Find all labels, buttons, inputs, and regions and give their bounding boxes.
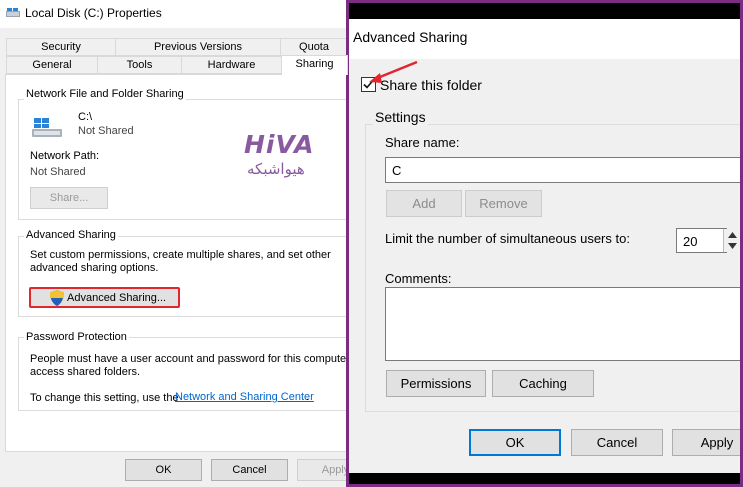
properties-window: Local Disk (C:) Properties Security Prev… — [0, 0, 348, 487]
uac-shield-icon — [50, 290, 64, 306]
drive-name: C:\ — [78, 111, 93, 123]
tab-general[interactable]: General — [6, 56, 98, 74]
permissions-button[interactable]: Permissions — [386, 370, 486, 397]
dialog-top-edge — [349, 3, 740, 19]
comments-textarea[interactable] — [385, 287, 740, 361]
tab-tools[interactable]: Tools — [97, 56, 182, 74]
network-drive-icon — [32, 118, 62, 137]
drive-status: Not Shared — [78, 125, 134, 137]
tab-previous-versions[interactable]: Previous Versions — [115, 38, 281, 56]
group-title-network-sharing: Network File and Folder Sharing — [24, 88, 186, 100]
remove-button[interactable]: Remove — [465, 190, 542, 217]
password-protection-text-1: People must have a user account and pass… — [30, 353, 348, 365]
share-button[interactable]: Share... — [30, 187, 108, 209]
advanced-sharing-button-label: Advanced Sharing... — [67, 292, 167, 304]
users-limit-input[interactable]: 20 — [676, 228, 727, 253]
hiva-logo: HiVA هیواشبکه — [244, 130, 324, 182]
caching-button[interactable]: Caching — [492, 370, 594, 397]
users-limit-stepper[interactable] — [723, 229, 740, 252]
advanced-sharing-dialog: Advanced Sharing Share this folder Setti… — [346, 0, 743, 487]
hiva-logo-latin: HiVA — [244, 130, 315, 159]
annotation-arrow-icon — [369, 60, 418, 83]
share-name-label: Share name: — [385, 135, 460, 150]
ok-button[interactable]: OK — [125, 459, 202, 481]
cancel-button[interactable]: Cancel — [211, 459, 288, 481]
users-limit-value: 20 — [683, 234, 698, 249]
limit-users-label: Limit the number of simultaneous users t… — [385, 231, 630, 246]
group-title-advanced-sharing: Advanced Sharing — [24, 229, 118, 241]
dialog-bottom-edge — [349, 473, 740, 484]
network-sharing-center-link[interactable]: Network and Sharing Center — [175, 391, 314, 403]
tab-hardware[interactable]: Hardware — [181, 56, 282, 74]
change-setting-prefix: To change this setting, use the — [30, 392, 179, 404]
spin-up-icon[interactable] — [728, 232, 737, 238]
window-title: Local Disk (C:) Properties — [25, 6, 162, 20]
tab-sharing[interactable]: Sharing — [281, 55, 348, 75]
advanced-sharing-button[interactable]: Advanced Sharing... — [29, 287, 180, 308]
hiva-logo-persian: هیواشبکه — [247, 160, 305, 178]
dialog-apply-button[interactable]: Apply — [672, 429, 740, 456]
title-bar: Local Disk (C:) Properties — [0, 0, 348, 28]
spin-down-icon[interactable] — [728, 243, 737, 249]
tab-security[interactable]: Security — [6, 38, 116, 56]
apply-button[interactable]: Apply — [297, 459, 348, 481]
share-name-input[interactable] — [385, 157, 740, 183]
settings-group-title: Settings — [373, 109, 428, 125]
dialog-title: Advanced Sharing — [353, 29, 468, 45]
change-setting-suffix: . — [306, 391, 310, 403]
drive-icon — [6, 8, 20, 17]
network-path-label: Network Path: — [30, 150, 100, 162]
group-title-password-protection: Password Protection — [24, 331, 129, 343]
advanced-sharing-description-2: advanced sharing options. — [30, 262, 159, 274]
tab-quota[interactable]: Quota — [280, 38, 348, 56]
password-protection-text-2: access shared folders. — [30, 366, 141, 378]
add-button[interactable]: Add — [386, 190, 462, 217]
dialog-cancel-button[interactable]: Cancel — [571, 429, 663, 456]
advanced-sharing-description-1: Set custom permissions, create multiple … — [30, 249, 331, 261]
dialog-ok-button[interactable]: OK — [469, 429, 561, 456]
network-path-value: Not Shared — [30, 166, 86, 178]
comments-label: Comments: — [385, 271, 452, 286]
